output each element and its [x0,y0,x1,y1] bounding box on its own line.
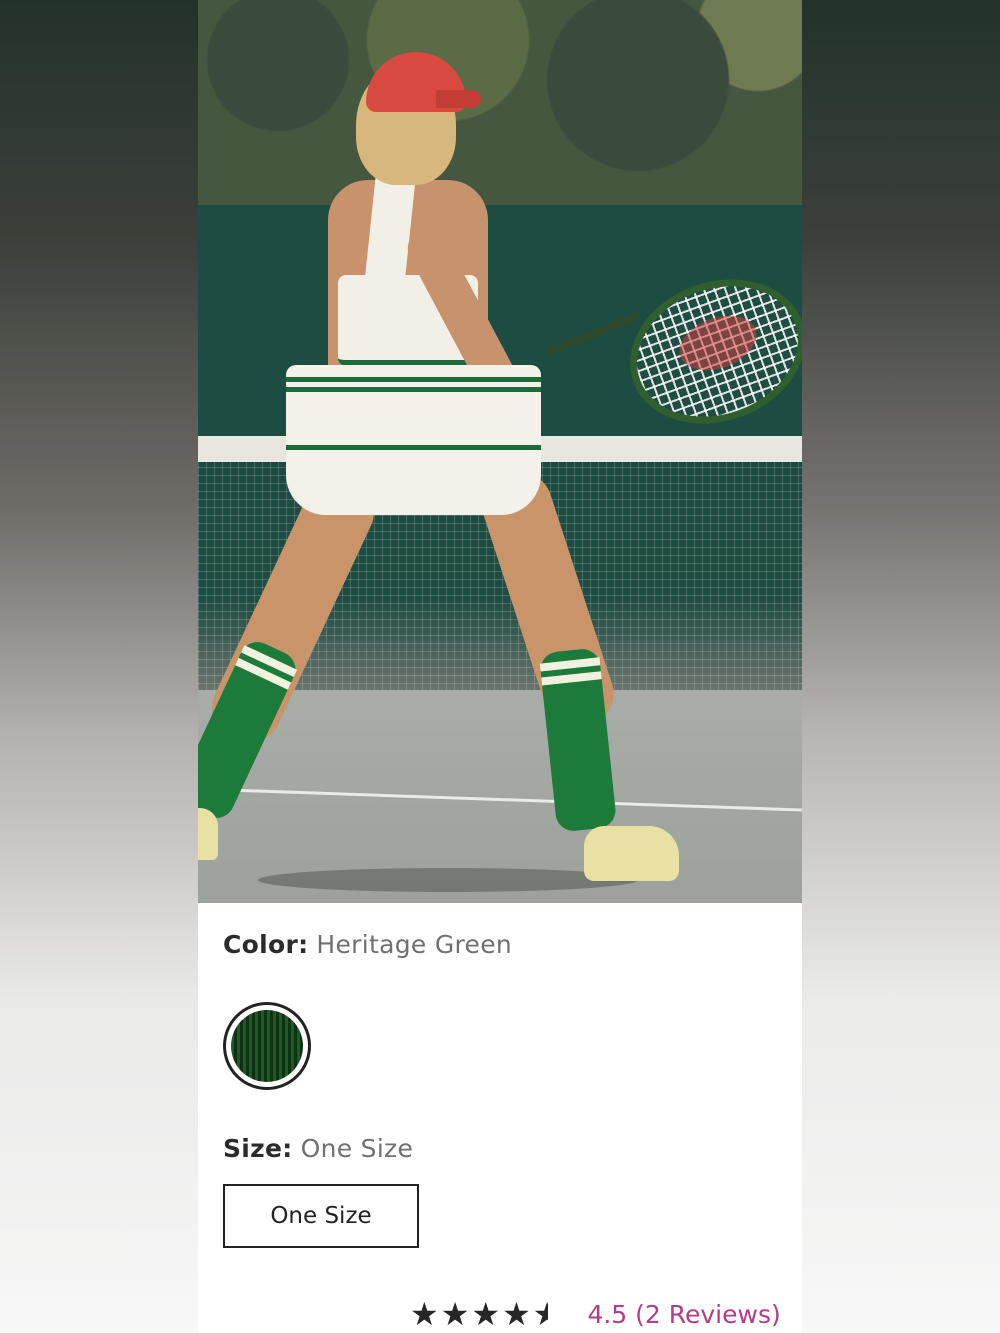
size-option-button[interactable]: One Size [223,1184,419,1248]
reviews-link[interactable]: 4.5 (2 Reviews) [587,1300,780,1329]
rating-row: ★★★★★ ★★★★★ 4.5 (2 Reviews) [410,1294,781,1333]
tennis-skirt [286,365,541,515]
size-label-row: Size: One Size [223,1134,413,1163]
color-label-row: Color: Heritage Green [223,930,512,959]
stars-filled: ★★★★★ [410,1295,549,1333]
left-backdrop [0,0,198,1333]
player-shadow [258,868,638,892]
heritage-green-swatch [231,1010,303,1082]
cap-bill [436,90,481,108]
page: Color: Heritage Green Size: One Size One S… [0,0,1000,1333]
color-label: Color: [223,930,309,959]
size-value: One Size [300,1134,414,1163]
right-shoe [584,826,679,881]
background-trees [198,0,802,215]
size-label: Size: [223,1134,293,1163]
left-shoe [198,808,218,860]
color-swatch-selected[interactable] [223,1002,311,1090]
star-rating-icon: ★★★★★ ★★★★★ [410,1294,563,1333]
color-value: Heritage Green [316,930,513,959]
product-sheet: Color: Heritage Green Size: One Size One S… [198,0,802,1333]
product-image[interactable] [198,0,802,903]
right-backdrop [802,0,1000,1333]
